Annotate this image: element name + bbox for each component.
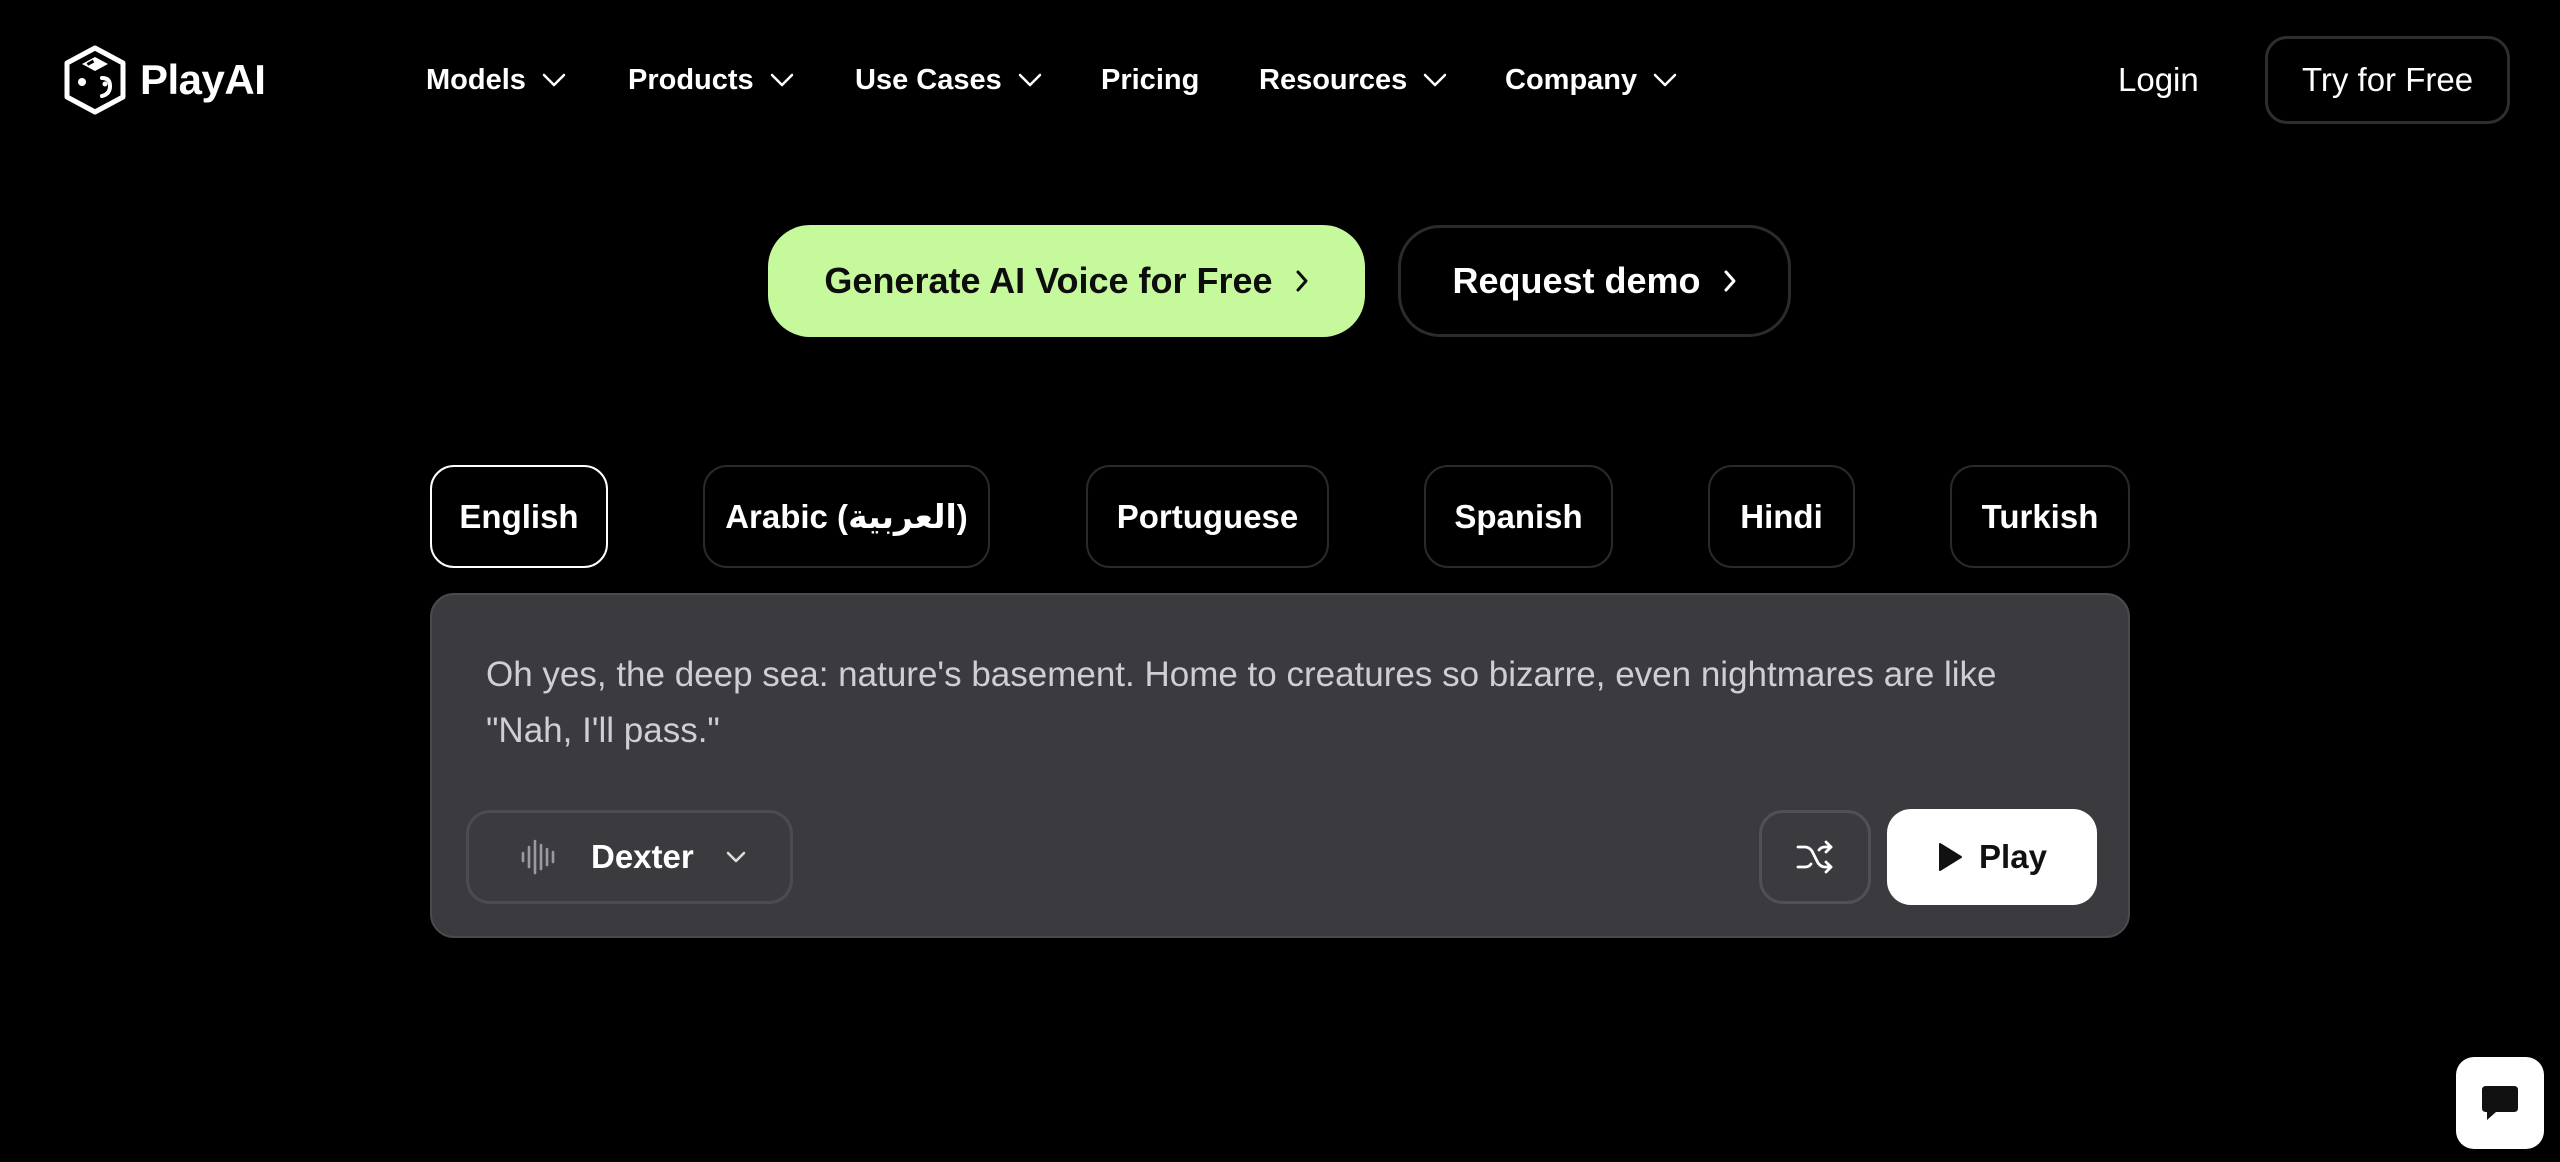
- nav-item-label: Use Cases: [855, 63, 1002, 96]
- chevron-down-icon: [1653, 73, 1677, 87]
- sample-text[interactable]: Oh yes, the deep sea: nature's basement.…: [486, 647, 2086, 759]
- chevron-down-icon: [1018, 73, 1041, 87]
- chevron-right-icon: [1296, 270, 1308, 292]
- chevron-down-icon: [542, 73, 566, 87]
- try-for-free-button[interactable]: Try for Free: [2265, 36, 2510, 124]
- voice-name: Dexter: [591, 838, 694, 875]
- nav-item-models[interactable]: Models: [426, 58, 566, 102]
- chat-bubble-icon: [2482, 1086, 2518, 1120]
- shuffle-button[interactable]: [1759, 810, 1871, 904]
- chat-widget-button[interactable]: [2456, 1057, 2544, 1149]
- nav-item-label: Pricing: [1101, 63, 1200, 96]
- chevron-down-icon: [1424, 73, 1447, 87]
- nav-item-use-cases[interactable]: Use Cases: [855, 58, 1042, 102]
- play-label: Play: [1979, 838, 2047, 875]
- chevron-down-icon: [726, 851, 746, 863]
- brand-name: PlayAI: [140, 56, 266, 103]
- tab-hindi[interactable]: Hindi: [1708, 465, 1855, 568]
- waveform-icon: [521, 839, 555, 875]
- tab-english[interactable]: English: [430, 465, 608, 568]
- tab-turkish[interactable]: Turkish: [1950, 465, 2130, 568]
- tab-arabic[interactable]: Arabic (العربية): [703, 465, 990, 568]
- nav-item-label: Products: [628, 63, 754, 96]
- playai-logo[interactable]: PlayAI: [62, 42, 266, 118]
- nav-item-products[interactable]: Products: [628, 58, 794, 102]
- nav-item-label: Models: [426, 63, 526, 96]
- nav-item-company[interactable]: Company: [1505, 58, 1677, 102]
- request-demo-label: Request demo: [1452, 260, 1701, 301]
- generate-voice-button[interactable]: Generate AI Voice for Free: [768, 225, 1365, 337]
- login-link[interactable]: Login: [2118, 58, 2199, 102]
- nav-item-label: Resources: [1259, 63, 1408, 96]
- nav-item-label: Company: [1505, 63, 1638, 96]
- shuffle-icon: [1796, 840, 1833, 874]
- chevron-right-icon: [1724, 270, 1736, 292]
- tab-portuguese[interactable]: Portuguese: [1086, 465, 1329, 568]
- tab-spanish[interactable]: Spanish: [1424, 465, 1613, 568]
- request-demo-button[interactable]: Request demo: [1398, 225, 1791, 337]
- play-icon: [1939, 843, 1963, 871]
- tts-demo-panel: Oh yes, the deep sea: nature's basement.…: [430, 593, 2130, 938]
- play-button[interactable]: Play: [1887, 809, 2097, 905]
- voice-selector[interactable]: Dexter: [466, 810, 793, 904]
- generate-voice-label: Generate AI Voice for Free: [824, 260, 1273, 301]
- site-header: PlayAI Models Products Use Cases Pricing…: [0, 0, 2560, 160]
- nav-item-pricing[interactable]: Pricing: [1101, 58, 1199, 102]
- cube-logo-icon: [64, 45, 126, 115]
- chevron-down-icon: [770, 73, 793, 87]
- nav-item-resources[interactable]: Resources: [1259, 58, 1447, 102]
